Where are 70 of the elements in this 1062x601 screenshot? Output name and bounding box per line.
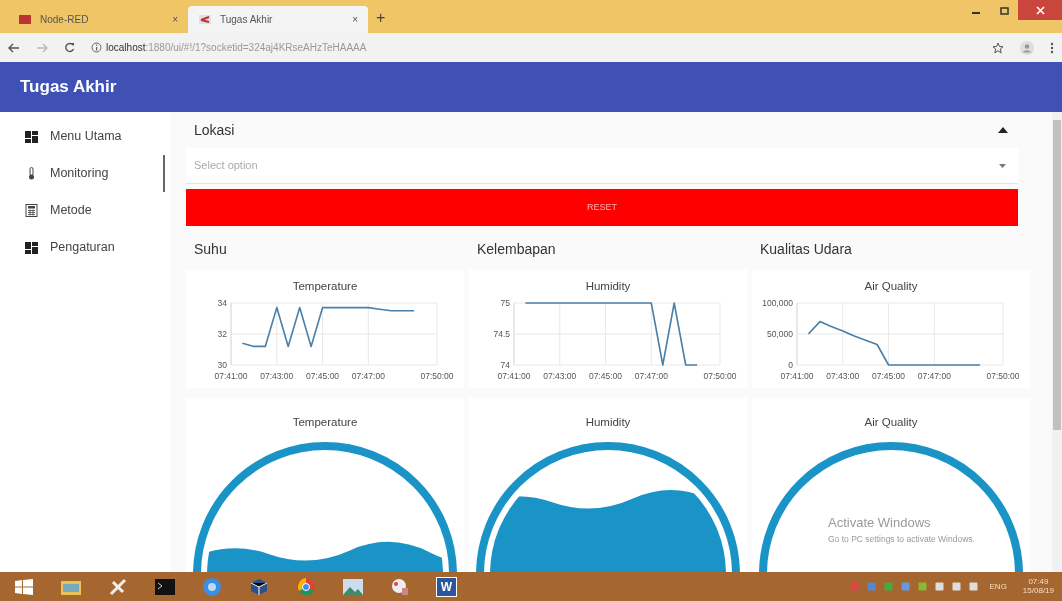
tick-label: 07:45:00 [306,371,340,382]
group-title: Lokasi [194,120,235,140]
clock-time: 07:49 [1027,577,1050,587]
close-button[interactable] [1018,0,1062,20]
tick-label: 07:45:00 [589,371,623,382]
tick-label: 07:47:00 [917,371,951,382]
chart-title: Air Quality [863,279,919,294]
gauge-title: Humidity [584,415,632,430]
tick-label: 07:47:00 [351,371,385,382]
tick-label: 07:41:00 [497,371,531,382]
tick-label: 07:50:00 [986,371,1020,382]
app-title: Tugas Akhir [20,76,117,99]
new-tab-button[interactable]: + [376,6,386,30]
back-icon[interactable] [8,42,20,53]
clock-date: 15/08/19 [1022,586,1054,596]
account-icon[interactable] [1020,40,1034,55]
gauge-title: Air Quality [863,415,919,430]
column-heading: Suhu [193,240,228,259]
tick-label: 32 [217,329,227,340]
browser-tab[interactable]: Tugas Akhir × [188,6,368,33]
tick-label: 100,000 [762,298,793,309]
forward-icon[interactable] [36,42,48,53]
tick-label: 07:41:00 [214,371,248,382]
column-heading: Kelembapan [476,240,557,259]
tick-label: 74.5 [493,329,510,340]
caret-icon [999,163,1006,168]
tab-close-button[interactable]: × [352,12,358,27]
collapse-icon[interactable] [998,127,1008,133]
info-icon [91,42,102,53]
tick-label: 07:45:00 [872,371,906,382]
tab-title: Tugas Akhir [220,13,274,27]
url-text: localhost:1880/ui/#!/1?socketid=324aj4KRseAHzTeHAAAA [106,41,367,55]
tick-label: 07:43:00 [543,371,577,382]
chart-title: Humidity [584,279,632,294]
tab-close-button[interactable]: × [172,12,178,27]
tick-label: 07:43:00 [260,371,294,382]
sidebar-item[interactable]: Monitoring [0,155,165,192]
chart-title: Temperature [291,279,359,294]
dashboard-icon [25,130,38,143]
calculator-icon [25,204,38,217]
star-icon[interactable] [992,41,1004,54]
language-indicator[interactable]: ENG [989,580,1007,593]
tick-label: 07:41:00 [780,371,814,382]
tick-label: 34 [217,298,227,309]
column-heading: Kualitas Udara [759,240,853,259]
tick-label: 07:43:00 [826,371,860,382]
reload-icon[interactable] [64,42,75,53]
browser-tab[interactable]: Node-RED × [8,6,188,33]
tick-label: 07:47:00 [634,371,668,382]
favicon-icon [198,14,212,25]
dashboard-icon [25,241,38,254]
scrollbar-thumb[interactable] [1053,120,1061,430]
close-icon [1035,6,1045,16]
tick-label: 0 [788,360,793,371]
menu-icon[interactable] [1050,41,1054,54]
sidebar-item[interactable]: Metode [0,192,165,229]
tick-label: 30 [217,360,227,371]
tick-label: 50,000 [767,329,793,340]
tab-title: Node-RED [40,13,90,27]
restore-icon [999,6,1009,16]
tick-label: 74 [500,360,510,371]
gauge-title: Temperature [291,415,359,430]
tick-label: 07:50:00 [420,371,454,382]
notice-text: Go to PC settings to activate Windows. [828,532,975,546]
favicon-icon [18,14,32,25]
notice-title: Activate Windows [828,514,932,532]
sidebar-item[interactable]: Menu Utama [0,118,165,155]
tick-label: 07:50:00 [703,371,737,382]
sidebar-item[interactable]: Pengaturan [0,229,165,266]
tick-label: 75 [500,298,510,309]
